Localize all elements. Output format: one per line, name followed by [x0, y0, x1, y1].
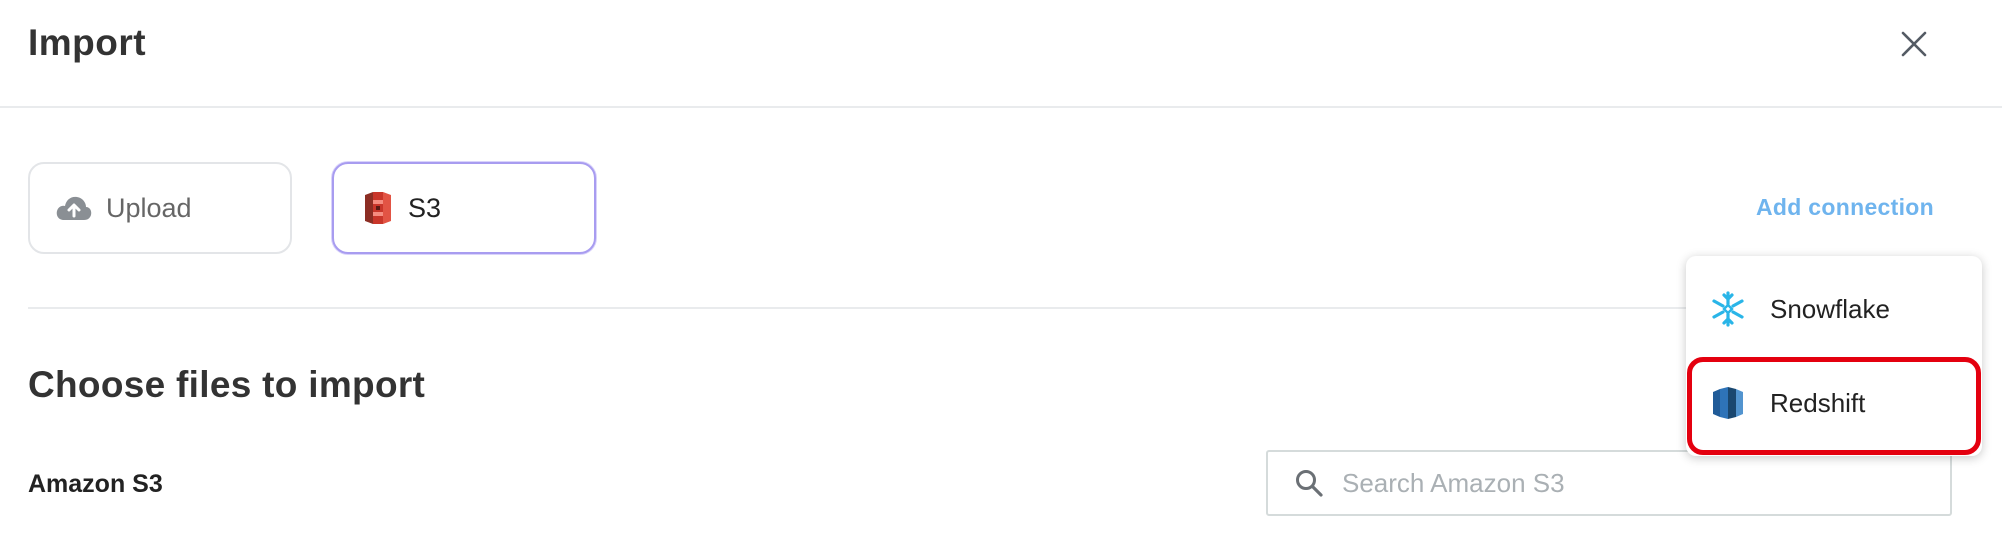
- cloud-upload-icon: [54, 188, 94, 228]
- s3-bucket-icon: [358, 188, 398, 228]
- section-title: Choose files to import: [28, 364, 426, 405]
- s3-source-card[interactable]: S3: [332, 162, 596, 254]
- upload-source-card[interactable]: Upload: [28, 162, 292, 254]
- snowflake-label: Snowflake: [1770, 293, 1890, 324]
- menu-item-redshift[interactable]: Redshift: [1686, 360, 1982, 446]
- modal-header: Import: [0, 0, 2002, 108]
- add-connection-link[interactable]: Add connection: [1756, 194, 1934, 221]
- modal-title: Import: [28, 22, 147, 63]
- source-label: Amazon S3: [28, 470, 163, 498]
- s3-label: S3: [408, 192, 442, 223]
- upload-label: Upload: [106, 192, 192, 223]
- close-button[interactable]: [1890, 20, 1938, 68]
- connection-dropdown: Snowflake Redshift: [1686, 256, 1982, 456]
- snowflake-icon: [1708, 289, 1748, 329]
- section-divider: [28, 307, 1688, 309]
- search-icon: [1292, 466, 1326, 500]
- close-icon: [1901, 31, 1927, 57]
- redshift-icon: [1708, 383, 1748, 423]
- search-input[interactable]: [1340, 466, 1924, 500]
- search-field[interactable]: [1266, 450, 1952, 516]
- redshift-label: Redshift: [1770, 387, 1866, 418]
- menu-item-snowflake[interactable]: Snowflake: [1686, 266, 1982, 352]
